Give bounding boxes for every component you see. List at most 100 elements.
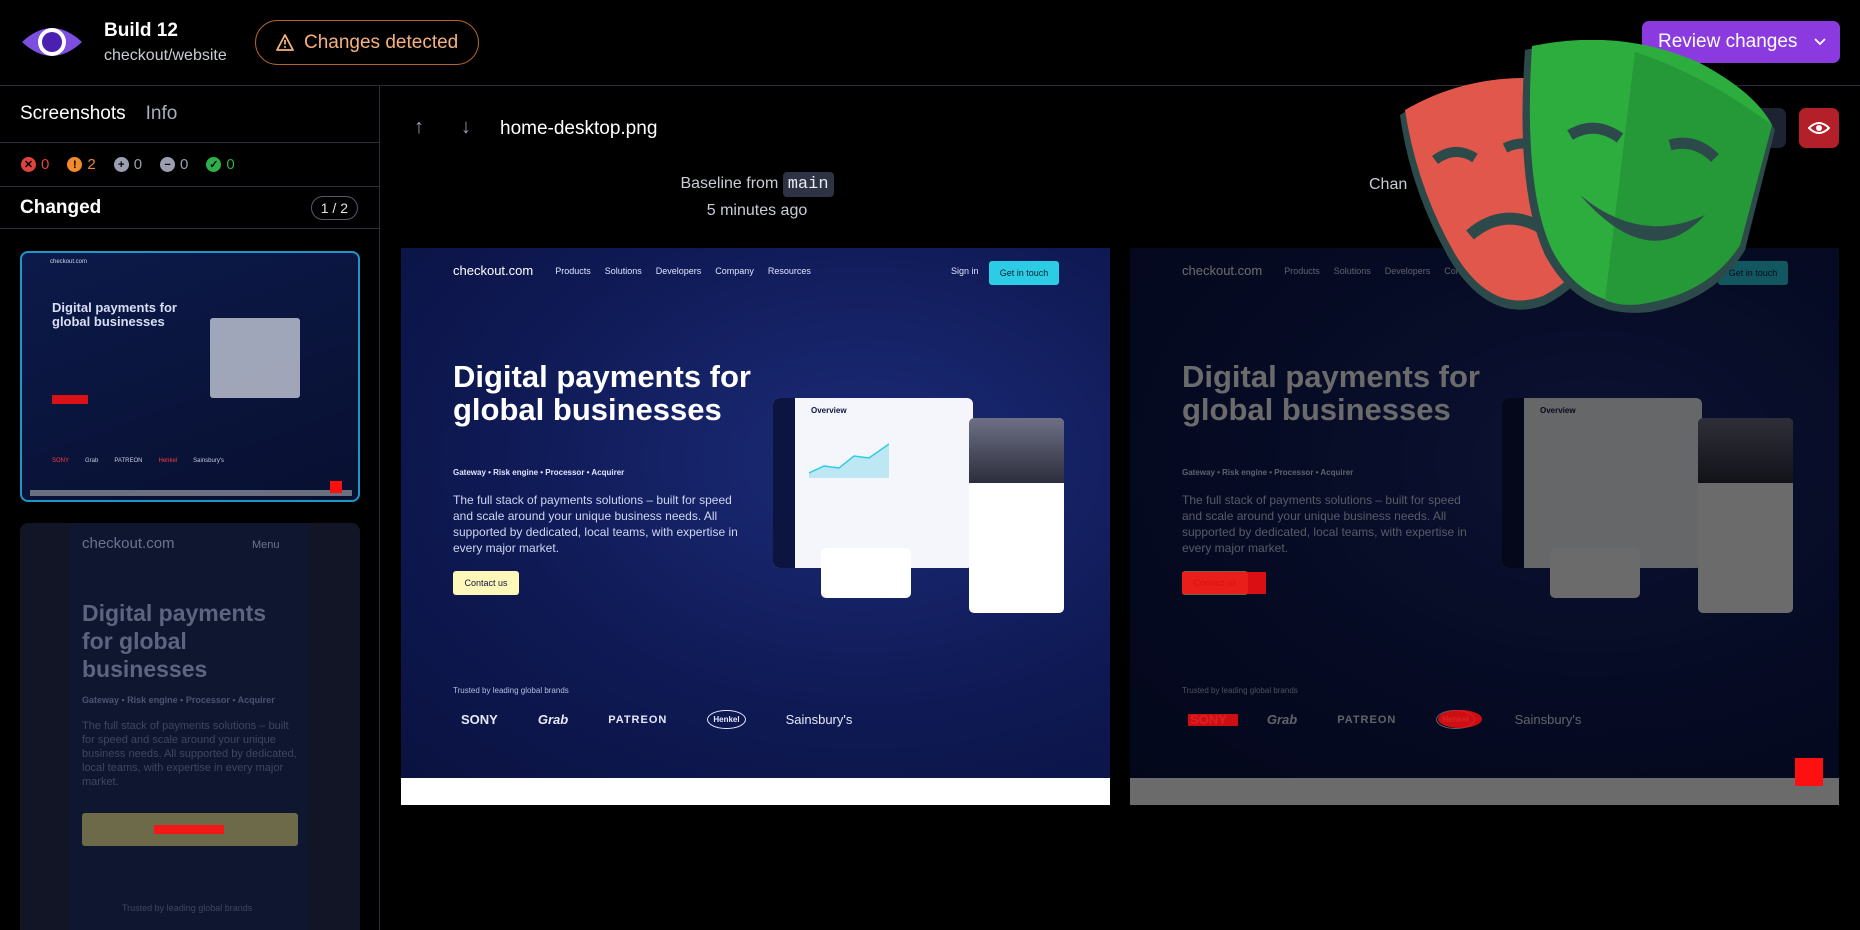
theater-masks-icon: [1400, 40, 1775, 313]
changes-screenshot: checkout.com Products Solutions Develope…: [1130, 248, 1839, 805]
site-nav: checkout.com Products Solutions Develope…: [453, 263, 811, 278]
count-unchanged-value: 0: [226, 156, 235, 173]
thumb-footer-bar: [30, 490, 352, 496]
baseline-screenshot: checkout.com Products Solutions Develope…: [401, 248, 1110, 805]
status-counts: ✕ 0 ! 2 + 0 − 0 ✓ 0: [0, 142, 379, 187]
thumb-dashboard: [210, 318, 300, 398]
app-root: Build 12 checkout/website Changes detect…: [0, 0, 1860, 930]
count-failures[interactable]: ✕ 0: [21, 156, 49, 173]
thumb-mobile-diff-red: [154, 825, 224, 834]
thumb-mobile-hero: Digital payments for global businesses: [82, 600, 267, 682]
badge-label: Changes detected: [304, 31, 459, 53]
diff-highlight-henkel: [1438, 710, 1482, 728]
diff-highlight-sony: [1188, 714, 1238, 726]
thumb-hero: Digital payments for global businesses: [52, 300, 177, 329]
site-dashboard-chart: [809, 443, 889, 478]
baseline-caption: Baseline from main 5 minutes ago: [667, 172, 847, 220]
tab-screenshots[interactable]: Screenshots: [20, 103, 126, 125]
build-info: Build 12 checkout/website: [104, 20, 227, 65]
count-changed[interactable]: ! 2: [67, 156, 96, 173]
diff-highlight-corner: [1795, 758, 1823, 786]
screenshot-thumbnail-mobile[interactable]: checkout.com Menu Digital payments for g…: [20, 523, 360, 930]
count-added[interactable]: + 0: [113, 156, 143, 173]
thumb-mobile-page: checkout.com Menu Digital payments for g…: [70, 523, 308, 930]
plus-circle-icon: +: [113, 157, 129, 172]
repo-name[interactable]: checkout/website: [104, 47, 227, 65]
site-payment-panel: [969, 418, 1064, 613]
brand-henkel: Henkel: [707, 710, 746, 729]
site-get-in-touch: Get in touch: [989, 261, 1059, 285]
thumb-brand: checkout.com: [50, 259, 88, 265]
error-x-icon: ✕: [21, 157, 36, 172]
site-clothes-image: [969, 418, 1064, 483]
site-footer-bar: [401, 778, 1110, 805]
check-circle-icon: ✓: [206, 157, 222, 172]
screenshot-thumbnail-desktop[interactable]: checkout.com Digital payments for global…: [20, 251, 360, 502]
tab-info[interactable]: Info: [146, 103, 178, 125]
sidebar-tabs: Screenshots Info: [0, 86, 379, 142]
baseline-time: 5 minutes ago: [706, 202, 808, 219]
warning-triangle-icon: [276, 34, 294, 51]
site-render: checkout.com Products Solutions Develope…: [401, 248, 1110, 778]
screenshot-filename: home-desktop.png: [500, 118, 658, 139]
site-security-card: [821, 548, 911, 598]
changes-detected-badge: Changes detected: [255, 20, 480, 65]
site-trusted-label: Trusted by leading global brands: [453, 686, 569, 695]
count-added-value: 0: [133, 156, 143, 173]
site-nav-products: Products: [555, 265, 591, 276]
thumb-brand-sony: SONY: [52, 458, 70, 464]
thumb-mobile-trusted: Trusted by leading global brands: [122, 903, 253, 913]
build-title: Build 12: [104, 20, 178, 41]
changed-group-header[interactable]: Changed 1 / 2: [0, 187, 379, 229]
count-removed-value: 0: [180, 156, 189, 173]
thumb-brand-patreon: PATREON: [114, 458, 143, 464]
chevron-down-icon: [1814, 38, 1826, 46]
count-failures-value: 0: [41, 156, 50, 173]
eye-icon: [1808, 122, 1830, 134]
minus-circle-icon: −: [160, 157, 176, 172]
count-unchanged[interactable]: ✓ 0: [206, 156, 235, 173]
site-nav-company: Company: [715, 265, 754, 276]
sidebar: Screenshots Info ✕ 0 ! 2 + 0 − 0 ✓ 0 Cha…: [0, 86, 380, 930]
toggle-diff-overlay-button[interactable]: [1799, 108, 1839, 148]
baseline-branch: main: [782, 172, 834, 197]
brand-sainsburys: Sainsbury's: [785, 712, 853, 727]
thumb-brand-henkel: Henkel: [158, 458, 178, 464]
site-brand-strip: SONY Grab PATREON Henkel Sainsbury's: [461, 710, 852, 729]
count-removed[interactable]: − 0: [160, 156, 188, 173]
site-tags: Gateway • Risk engine • Processor • Acqu…: [453, 468, 625, 477]
thumb-diff-red: [52, 395, 88, 404]
thumb-diff-red-corner: [330, 481, 342, 493]
site-hero-heading: Digital payments for global businesses: [453, 359, 751, 427]
brand-sony: SONY: [461, 712, 498, 727]
site-nav-developers: Developers: [655, 265, 702, 276]
arrow-up-icon[interactable]: ↑: [414, 116, 424, 139]
brand-patreon: PATREON: [608, 713, 668, 726]
site-dashboard-title: Overview: [811, 406, 847, 415]
group-pager: 1 / 2: [310, 195, 358, 220]
arrow-down-icon[interactable]: ↓: [461, 116, 471, 139]
group-label: Changed: [20, 196, 102, 218]
baseline-caption-label: Baseline from: [680, 175, 779, 192]
site-contact-button: Contact us: [453, 571, 519, 595]
exclamation-icon: !: [67, 157, 83, 172]
argos-eye-logo-icon[interactable]: [20, 20, 84, 64]
thumb-brand-grab: Grab: [85, 458, 99, 464]
site-nav-solutions: Solutions: [604, 265, 642, 276]
site-description: The full stack of payments solutions – b…: [453, 493, 738, 555]
thumb-brand-strip: SONY Grab PATREON Henkel Sainsbury's: [52, 458, 224, 464]
site-nav-resources: Resources: [767, 265, 811, 276]
diff-highlight-cta: [1182, 572, 1266, 594]
site-dashboard-mock: Overview: [773, 398, 973, 568]
thumb-mobile-brand: checkout.com: [82, 535, 175, 552]
site-brand: checkout.com: [453, 263, 534, 278]
count-changed-value: 2: [87, 156, 96, 173]
thumb-brand-sainsburys: Sainsbury's: [193, 458, 224, 464]
thumb-mobile-desc: The full stack of payments solutions – b…: [82, 720, 297, 788]
site-sign-in: Sign in: [951, 266, 979, 276]
brand-grab: Grab: [537, 712, 569, 727]
site-dashboard-sidebar: [773, 398, 795, 568]
thumb-mobile-tags: Gateway • Risk engine • Processor • Acqu…: [82, 695, 275, 705]
thumb-mobile-menu: Menu: [252, 539, 280, 551]
thumb-mobile-cta: [82, 813, 298, 846]
